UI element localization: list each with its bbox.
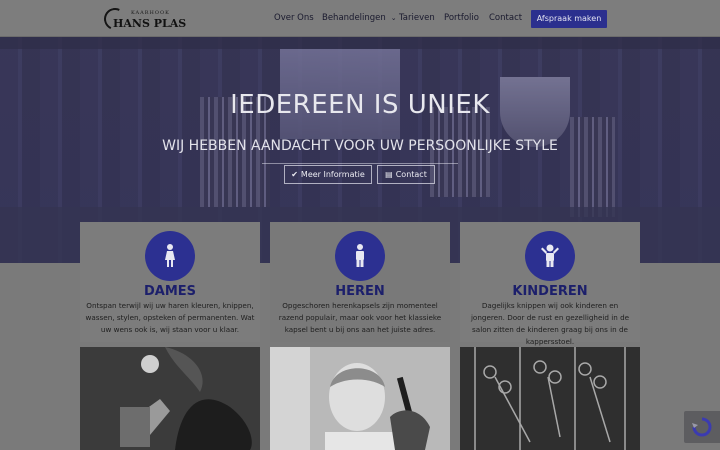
logo-tagline: KAARHOOK (131, 10, 170, 16)
card-icon-circle[interactable] (335, 231, 385, 281)
nav-item-contact[interactable]: Contact (489, 13, 522, 23)
card-title: DAMES (143, 284, 197, 299)
female-icon (165, 244, 175, 267)
card-title: HEREN (335, 284, 385, 299)
service-card-dames: DAMES Ontspan terwijl wij uw haren kleur… (80, 222, 260, 342)
check-icon: ✔ (291, 170, 298, 179)
card-icon-circle[interactable] (145, 231, 195, 281)
photo-dames (80, 347, 260, 450)
site-logo[interactable]: KAARHOOK HANS PLAS (100, 4, 186, 34)
male-icon (356, 244, 364, 267)
card-text: Dagelijks knippen wij ook kinderen en jo… (470, 301, 630, 346)
nav-item-tarieven[interactable]: Tarieven (399, 13, 435, 23)
photo-kinderen (460, 347, 640, 450)
recaptcha-icon (692, 417, 712, 437)
card-title: KINDEREN (512, 284, 588, 299)
service-card-kinderen: KINDEREN Dagelijks knippen wij ook kinde… (460, 222, 640, 346)
nav-item-over-ons[interactable]: Over Ons (274, 13, 314, 23)
service-card-heren: HEREN Opgeschoren herenkapsels zijn mome… (270, 222, 450, 342)
more-info-label: Meer Informatie (300, 170, 365, 179)
hero-divider (262, 163, 458, 164)
nav-item-behandelingen[interactable]: Behandelingen ⌄ (322, 13, 397, 23)
recaptcha-badge[interactable] (684, 411, 720, 443)
card-icon-circle[interactable] (525, 231, 575, 281)
logo-name: HANS PLAS (113, 17, 187, 30)
chevron-down-icon: ⌄ (390, 14, 397, 22)
nav-item-portfolio[interactable]: Portfolio (444, 13, 479, 23)
hero-subtitle: WIJ HEBBEN AANDACHT VOOR UW PERSOONLIJKE… (162, 138, 558, 154)
child-icon (541, 244, 559, 267)
card-text: Ontspan terwijl wij uw haren kleuren, kn… (85, 301, 255, 334)
photo-heren (270, 347, 450, 450)
hero-title: IEDEREEN IS UNIEK (230, 90, 490, 120)
card-text: Opgeschoren herenkapsels zijn momenteel … (278, 301, 442, 334)
more-info-button[interactable]: ✔ Meer Informatie (284, 165, 372, 184)
site-header: KAARHOOK HANS PLAS Over Ons Behandelinge… (0, 0, 720, 37)
appointment-button[interactable]: Afspraak maken (531, 10, 607, 28)
contact-button[interactable]: ▤ Contact (377, 165, 435, 184)
contact-label: Contact (395, 170, 427, 179)
nav-item-label: Behandelingen (322, 13, 386, 23)
contact-card-icon: ▤ (385, 170, 393, 179)
